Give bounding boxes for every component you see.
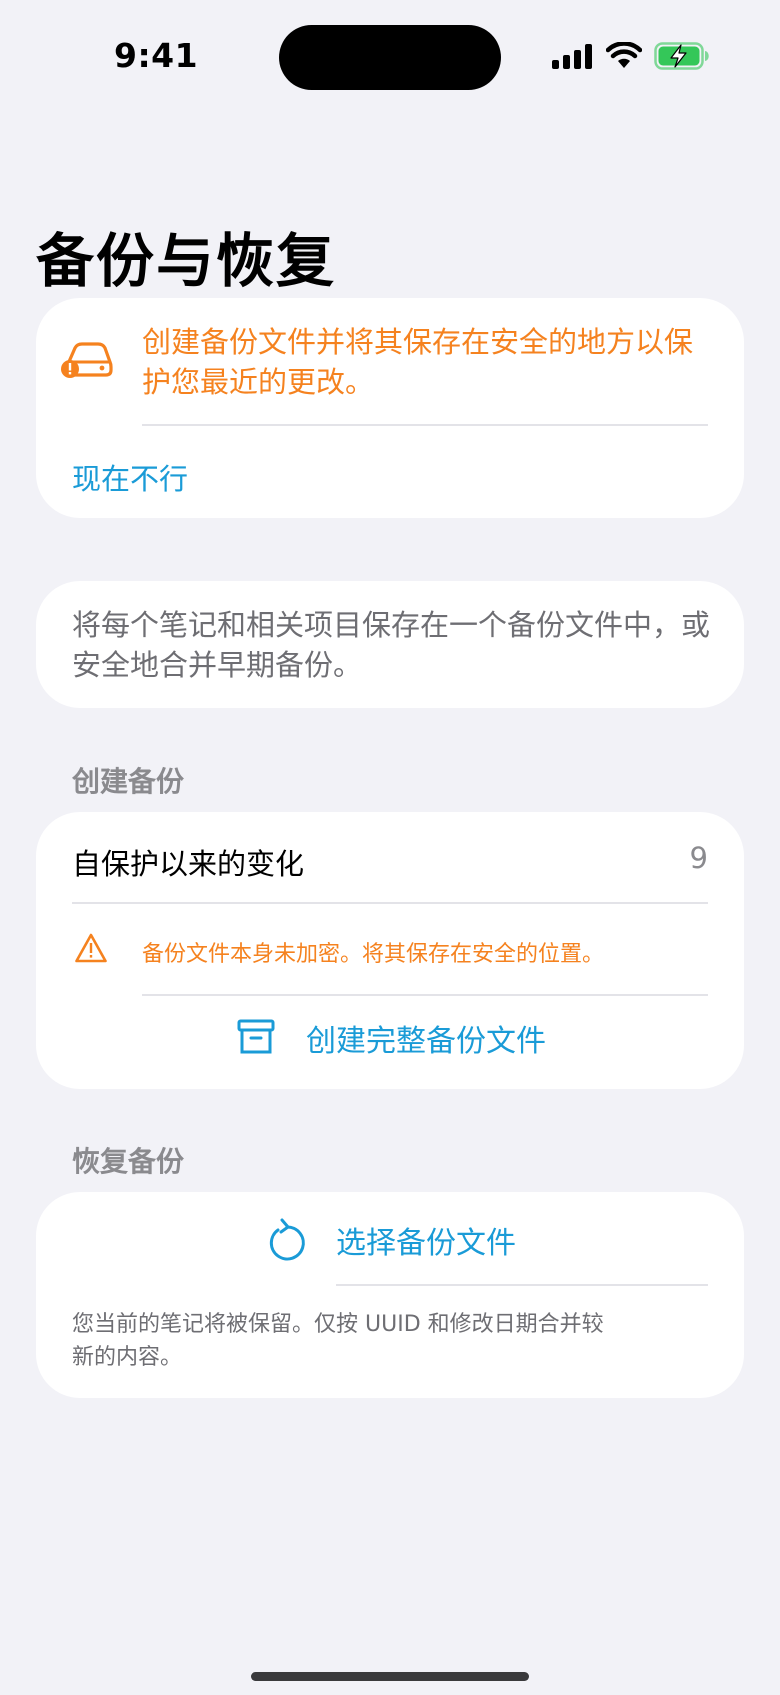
intro-card: 将每个笔记和相关项目保存在一个备份文件中，或安全地合并早期备份。 [36, 581, 744, 708]
backup-reminder-message: 创建备份文件并将其保存在安全的地方以保护您最近的更改。 [142, 325, 694, 399]
restore-note: 您当前的笔记将被保留。仅按 UUID 和修改日期合并较新的内容。 [72, 1312, 604, 1370]
separator [336, 1284, 708, 1286]
separator [142, 424, 708, 426]
restore-arrow-icon [269, 1218, 305, 1261]
home-indicator[interactable] [251, 1672, 529, 1681]
choose-backup-file-button[interactable]: 选择备份文件 [36, 1192, 744, 1284]
separator [72, 902, 708, 904]
archive-box-icon [237, 1019, 275, 1054]
choose-backup-file-label: 选择备份文件 [336, 1226, 516, 1261]
drive-warning-icon [61, 342, 113, 378]
not-now-button[interactable]: 现在不行 [72, 456, 188, 498]
cellular-signal-icon [552, 43, 592, 69]
separator [142, 994, 708, 996]
restore-backup-card: 选择备份文件 您当前的笔记将被保留。仅按 UUID 和修改日期合并较新的内容。 [36, 1192, 744, 1398]
create-backup-card: 自保护以来的变化 9 备份文件本身未加密。将其保存在安全的位置。 创建完整备份文… [36, 812, 744, 1089]
battery-charging-icon [654, 42, 709, 70]
create-full-backup-button[interactable]: 创建完整备份文件 [36, 1002, 744, 1082]
changes-since-backup-label: 自保护以来的变化 [72, 847, 305, 881]
changes-count: 9 [689, 841, 708, 875]
create-backup-header: 创建备份 [72, 765, 185, 798]
create-full-backup-label: 创建完整备份文件 [306, 1024, 546, 1059]
restore-backup-header: 恢复备份 [72, 1145, 185, 1178]
warning-triangle-icon [75, 933, 107, 963]
dynamic-island [279, 25, 501, 90]
wifi-icon [606, 42, 642, 68]
backup-reminder-card: 创建备份文件并将其保存在安全的地方以保护您最近的更改。 现在不行 [36, 298, 744, 518]
page-title: 备份与恢复 [36, 227, 337, 295]
status-icons [552, 40, 710, 72]
status-time: 9:41 [114, 36, 199, 75]
encryption-warning: 备份文件本身未加密。将其保存在安全的位置。 [142, 942, 605, 967]
intro-description: 将每个笔记和相关项目保存在一个备份文件中，或安全地合并早期备份。 [72, 608, 711, 682]
